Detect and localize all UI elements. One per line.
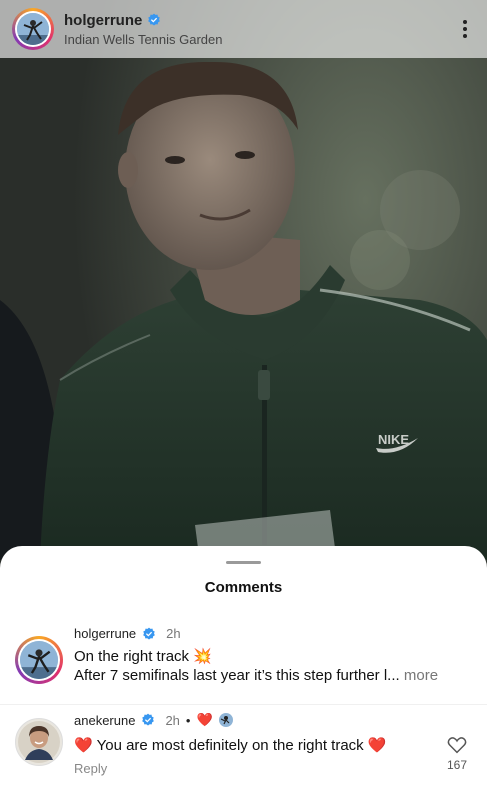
comment-avatar[interactable] — [15, 636, 63, 684]
comment-time: 2h — [166, 626, 181, 641]
post-header: holgerrune Indian Wells Tennis Garden — [0, 0, 487, 58]
comment-item: anekerune 2h • ❤️ ❤️ You are most defini… — [0, 710, 487, 800]
comment-username[interactable]: holgerrune — [74, 626, 136, 641]
comment-more-link[interactable]: more — [404, 667, 438, 684]
comment-text: You are most definitely on the right tra… — [96, 737, 364, 754]
comments-title: Comments — [204, 579, 283, 596]
like-column: 167 — [447, 736, 467, 772]
tennis-player-avatar-icon — [17, 13, 49, 45]
comment-username[interactable]: anekerune — [74, 713, 135, 728]
post-username[interactable]: holgerrune — [64, 12, 142, 29]
comment-text-line1: On the right track — [74, 648, 190, 665]
time-separator: • — [185, 712, 191, 728]
heart-emoji: ❤️ — [367, 737, 387, 754]
heart-emoji: ❤️ — [74, 737, 93, 754]
more-options-icon[interactable] — [455, 14, 475, 44]
verified-badge-icon — [148, 13, 161, 26]
reply-button[interactable]: Reply — [74, 761, 427, 776]
post-location[interactable]: Indian Wells Tennis Garden — [64, 32, 455, 47]
comment-avatar[interactable] — [15, 718, 63, 766]
comment-text-line2: After 7 semifinals last year it’s this s… — [74, 667, 400, 684]
comment-item: holgerrune 2h On the right track 💥 After… — [0, 624, 487, 702]
comment-time: 2h — [165, 712, 180, 728]
user-avatar[interactable] — [12, 8, 54, 50]
sheet-drag-handle[interactable] — [226, 561, 261, 564]
like-count: 167 — [446, 758, 467, 772]
verified-badge-icon — [143, 627, 155, 640]
comments-sheet: Comments holgerrune 2h On the right trac… — [0, 546, 487, 800]
creator-liked-avatar-icon — [218, 713, 233, 727]
verified-badge-icon — [142, 713, 155, 726]
tennis-player-avatar-icon — [20, 641, 58, 679]
collision-emoji: 💥 — [193, 648, 212, 665]
heart-like-icon[interactable] — [447, 736, 467, 754]
creator-reaction-emoji: ❤️ — [196, 712, 213, 727]
woman-avatar-icon — [18, 721, 60, 763]
comment-divider — [0, 704, 487, 705]
